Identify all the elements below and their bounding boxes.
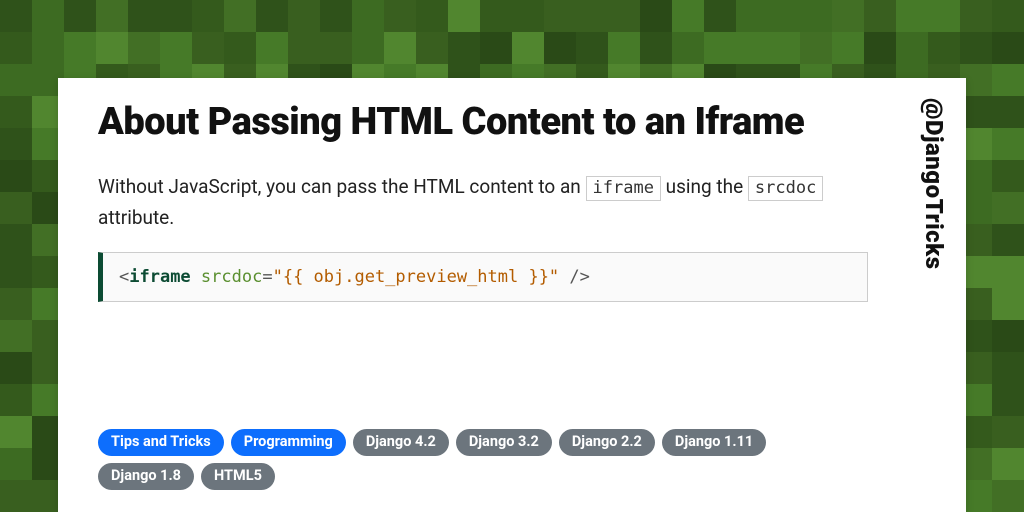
code-token-tag: iframe — [129, 267, 190, 287]
tag-pill[interactable]: Django 3.2 — [456, 429, 552, 456]
inline-code-iframe: iframe — [586, 176, 661, 201]
tag-pill[interactable]: Django 1.11 — [662, 429, 766, 456]
tag-pill[interactable]: Tips and Tricks — [98, 429, 224, 456]
para-text: Without JavaScript, you can pass the HTM… — [98, 175, 586, 198]
tag-pill[interactable]: Programming — [231, 429, 346, 456]
tag-pill[interactable]: HTML5 — [201, 463, 275, 490]
page-title: About Passing HTML Content to an Iframe — [98, 100, 868, 145]
author-handle: @DjangoTricks — [920, 98, 948, 270]
code-token: < — [119, 267, 129, 287]
code-token-string: "{{ obj.get_preview_html }}" — [273, 267, 560, 287]
code-token: /> — [559, 267, 590, 287]
tag-pill[interactable]: Django 2.2 — [559, 429, 655, 456]
tag-pill[interactable]: Django 4.2 — [353, 429, 449, 456]
code-token — [191, 267, 201, 287]
inline-code-srcdoc: srcdoc — [748, 176, 823, 201]
code-token: = — [262, 267, 272, 287]
content-card: About Passing HTML Content to an Iframe … — [58, 78, 966, 512]
tag-pill[interactable]: Django 1.8 — [98, 463, 194, 490]
code-token-attr: srcdoc — [201, 267, 262, 287]
para-text: attribute. — [98, 206, 174, 229]
intro-paragraph: Without JavaScript, you can pass the HTM… — [98, 171, 868, 234]
main-column: About Passing HTML Content to an Iframe … — [98, 100, 868, 302]
code-block: <iframe srcdoc="{{ obj.get_preview_html … — [98, 252, 868, 302]
para-text: using the — [661, 175, 748, 198]
tag-list: Tips and Tricks Programming Django 4.2 Djan… — [98, 429, 868, 490]
